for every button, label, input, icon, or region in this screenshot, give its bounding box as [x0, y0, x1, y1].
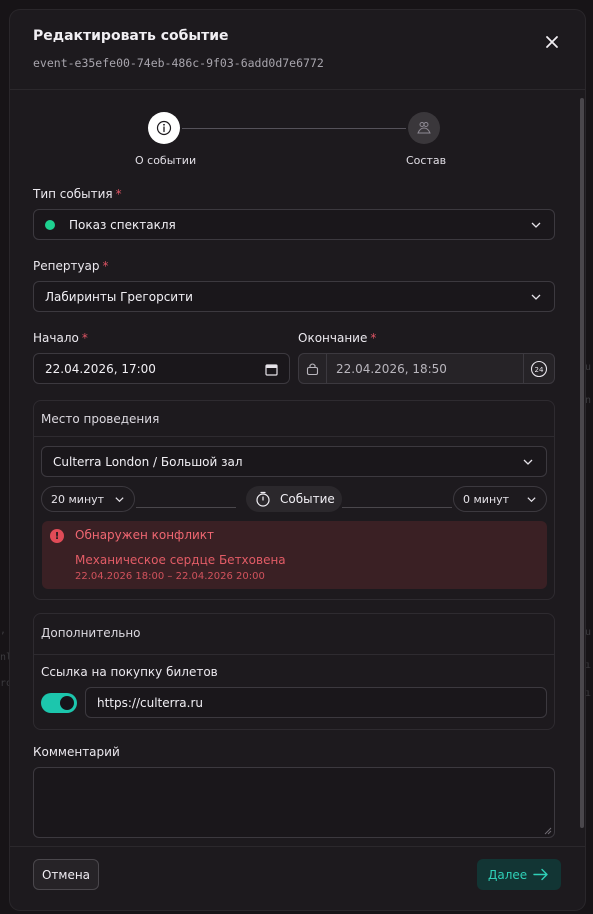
comment-textarea[interactable]: [33, 767, 555, 838]
timeline-line: [136, 507, 236, 508]
close-button[interactable]: [542, 32, 562, 52]
chevron-down-icon: [527, 497, 536, 503]
buffer-before-select[interactable]: 20 минут: [41, 486, 135, 512]
extra-panel-title: Дополнительно: [41, 626, 141, 640]
info-icon: [156, 120, 172, 136]
cast-icon: [417, 122, 431, 134]
event-id: event-e35efe00-74eb-486c-9f03-6add0d7e67…: [33, 56, 324, 70]
start-label: Начало *: [33, 331, 88, 345]
buffer-before-value: 20 минут: [51, 492, 105, 506]
conflict-time-range: 22.04.2026 18:00 – 22.04.2026 20:00: [75, 571, 265, 582]
chevron-down-icon: [523, 459, 533, 465]
background-fragment: ı: [585, 660, 592, 671]
lock-icon: [306, 363, 319, 376]
ticket-link-value: https://culterra.ru: [97, 695, 204, 710]
timeline-line: [342, 507, 452, 508]
conflict-event-name: Механическое сердце Бетховена: [75, 553, 286, 567]
svg-text:24: 24: [535, 366, 544, 374]
ticket-link-toggle[interactable]: [41, 693, 77, 713]
conflict-alert: ! Обнаружен конфликт Механическое сердце…: [42, 521, 547, 589]
arrow-right-icon: [533, 868, 548, 881]
repertoire-select[interactable]: Лабиринты Грегорсити: [33, 281, 555, 312]
chevron-down-icon: [531, 294, 541, 300]
repertoire-label: Репертуар *: [33, 259, 109, 273]
stepper-connector: [182, 128, 406, 129]
edit-event-modal: Редактировать событие event-e35efe00-74e…: [10, 10, 585, 910]
resize-handle-icon[interactable]: [543, 826, 552, 835]
next-button[interactable]: Далее: [477, 859, 561, 890]
event-type-label: Тип события *: [33, 187, 122, 201]
modal-header: Редактировать событие event-e35efe00-74e…: [10, 10, 585, 90]
divider: [523, 354, 524, 383]
divider: [34, 436, 554, 437]
event-duration-chip: Событие: [246, 486, 342, 512]
background-fragment: ı: [585, 688, 592, 699]
clock-24-icon[interactable]: 24: [530, 360, 548, 378]
scrollbar[interactable]: [580, 98, 584, 828]
background-fragment: u: [585, 362, 592, 373]
end-value: 22.04.2026, 18:50: [336, 361, 447, 376]
end-datetime-input: 22.04.2026, 18:50 24: [298, 353, 555, 384]
stepper: О событии Состав: [10, 110, 585, 180]
step-cast[interactable]: [408, 112, 440, 144]
cancel-button[interactable]: Отмена: [33, 859, 99, 890]
event-type-value: Показ спектакля: [69, 217, 176, 232]
toggle-knob: [60, 696, 74, 710]
step-label-about: О событии: [135, 154, 197, 167]
buffer-after-select[interactable]: 0 минут: [453, 486, 547, 512]
divider: [326, 354, 327, 383]
buffer-after-value: 0 минут: [463, 492, 510, 506]
close-icon: [546, 36, 558, 48]
conflict-title: Обнаружен конфликт: [75, 528, 215, 542]
step-about-event[interactable]: [148, 112, 180, 144]
event-type-status-dot: [45, 219, 55, 230]
background-fragment: n: [585, 395, 592, 406]
warning-icon: !: [50, 529, 64, 543]
venue-panel-title: Место проведения: [41, 412, 160, 426]
start-datetime-input[interactable]: 22.04.2026, 17:00: [33, 353, 290, 384]
comment-label: Комментарий: [33, 745, 120, 759]
venue-value: Culterra London / Большой зал: [53, 454, 243, 469]
divider: [34, 654, 554, 655]
event-type-select[interactable]: Показ спектакля: [33, 209, 555, 240]
start-value: 22.04.2026, 17:00: [45, 361, 156, 376]
modal-title: Редактировать событие: [33, 28, 229, 44]
repertoire-value: Лабиринты Грегорсити: [45, 289, 193, 304]
chevron-down-icon: [531, 222, 541, 228]
step-label-cast: Состав: [406, 154, 447, 167]
timer-icon: [256, 491, 270, 507]
chevron-down-icon: [115, 497, 124, 503]
event-chip-label: Событие: [280, 492, 335, 506]
end-label: Окончание *: [298, 331, 377, 345]
calendar-icon[interactable]: [265, 363, 278, 376]
ticket-link-input[interactable]: https://culterra.ru: [85, 687, 547, 718]
next-button-label: Далее: [488, 867, 528, 882]
ticket-link-label: Ссылка на покупку билетов: [41, 665, 218, 679]
background-fragment: u: [585, 627, 592, 638]
venue-select[interactable]: Culterra London / Большой зал: [41, 446, 547, 477]
